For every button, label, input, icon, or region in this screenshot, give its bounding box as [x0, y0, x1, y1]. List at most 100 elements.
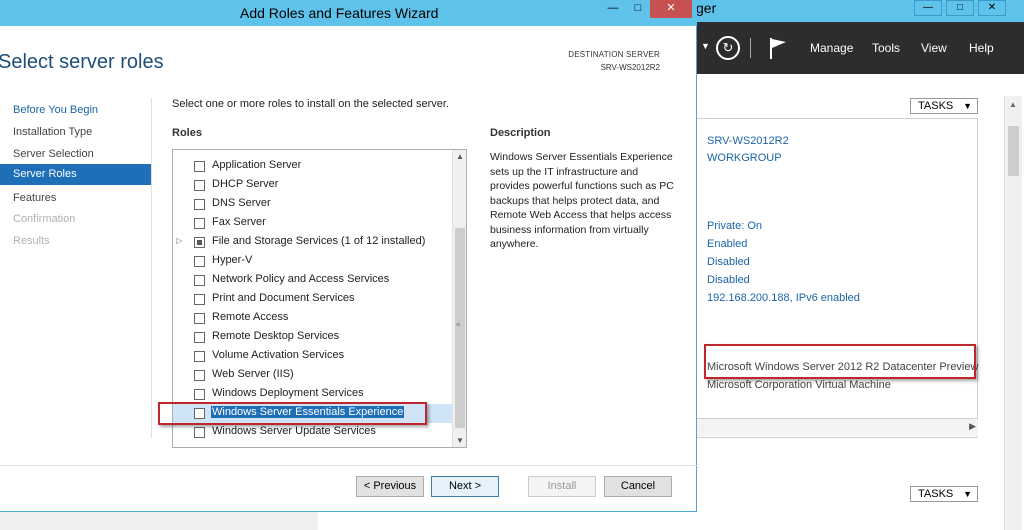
role-checkbox[interactable]: [194, 294, 205, 305]
role-item[interactable]: Volume Activation Services: [173, 347, 453, 366]
role-label[interactable]: Volume Activation Services: [212, 349, 344, 361]
chevron-down-icon: ▼: [963, 101, 972, 111]
computer-name-value[interactable]: SRV-WS2012R2: [707, 135, 789, 147]
menu-help[interactable]: Help: [969, 41, 994, 55]
remote-desktop-value[interactable]: Disabled: [707, 256, 750, 268]
role-label[interactable]: Print and Document Services: [212, 292, 354, 304]
nav-installation-type[interactable]: Installation Type: [13, 126, 92, 138]
role-checkbox[interactable]: [194, 180, 205, 191]
role-checkbox[interactable]: [194, 256, 205, 267]
role-label[interactable]: Application Server: [212, 159, 301, 171]
role-item[interactable]: DNS Server: [173, 195, 453, 214]
description-text: Windows Server Essentials Experience set…: [490, 151, 674, 250]
minimize-button[interactable]: —: [600, 0, 626, 18]
nav-confirmation: Confirmation: [13, 213, 76, 225]
next-button[interactable]: Next >: [431, 476, 499, 497]
nav-features[interactable]: Features: [13, 192, 56, 204]
role-item[interactable]: Application Server: [173, 157, 453, 176]
role-checkbox[interactable]: [194, 218, 205, 229]
nav-server-roles[interactable]: Server Roles: [0, 164, 152, 185]
role-item[interactable]: Fax Server: [173, 214, 453, 233]
nic-teaming-value[interactable]: Disabled: [707, 274, 750, 286]
role-label[interactable]: Network Policy and Access Services: [212, 273, 389, 285]
role-label[interactable]: Windows Deployment Services: [212, 387, 364, 399]
role-item[interactable]: Network Policy and Access Services: [173, 271, 453, 290]
chevron-down-icon[interactable]: ▼: [456, 436, 464, 445]
tasks-dropdown-bottom[interactable]: TASKS ▼: [910, 486, 978, 502]
role-label[interactable]: DHCP Server: [212, 178, 278, 190]
role-label[interactable]: File and Storage Services (1 of 12 insta…: [212, 235, 425, 247]
wizard-title: Add Roles and Features Wizard: [240, 5, 439, 21]
tasks-label: TASKS: [918, 488, 954, 500]
role-item[interactable]: Remote Desktop Services: [173, 328, 453, 347]
properties-hscrollbar[interactable]: ▶: [692, 418, 978, 436]
nav-server-selection[interactable]: Server Selection: [13, 148, 94, 160]
previous-button[interactable]: < Previous: [356, 476, 424, 497]
destination-server-value: SRV-WS2012R2: [600, 63, 660, 72]
role-label[interactable]: Web Server (IIS): [212, 368, 294, 380]
role-label[interactable]: Windows Server Update Services: [212, 425, 376, 437]
role-item[interactable]: ▷ File and Storage Services (1 of 12 ins…: [173, 233, 453, 252]
menu-manage[interactable]: Manage: [810, 41, 853, 55]
role-label[interactable]: Remote Access: [212, 311, 288, 323]
chevron-up-icon[interactable]: ▲: [456, 152, 464, 161]
role-checkbox[interactable]: [194, 332, 205, 343]
chevron-down-icon: ▼: [963, 489, 972, 499]
nav-divider: [151, 98, 152, 438]
workgroup-value[interactable]: WORKGROUP: [707, 152, 782, 164]
role-highlight-box: [158, 402, 427, 425]
server-manager-vscrollbar[interactable]: ▲: [1004, 96, 1022, 530]
sm-minimize-button[interactable]: —: [914, 0, 942, 16]
role-checkbox[interactable]: [194, 199, 205, 210]
roles-scrollbar[interactable]: ▲ ≡ ▼: [452, 150, 466, 447]
close-button[interactable]: ✕: [650, 0, 692, 18]
role-item[interactable]: DHCP Server: [173, 176, 453, 195]
menu-tools[interactable]: Tools: [872, 41, 900, 55]
toolbar-divider: [750, 38, 751, 58]
role-checkbox[interactable]: [194, 389, 205, 400]
role-item[interactable]: Windows Server Update Services: [173, 423, 453, 442]
wizard-titlebar: Add Roles and Features Wizard — □ ✕: [0, 0, 697, 26]
cancel-button[interactable]: Cancel: [604, 476, 672, 497]
maximize-button[interactable]: □: [626, 0, 650, 18]
role-label[interactable]: Remote Desktop Services: [212, 330, 339, 342]
tasks-dropdown-top[interactable]: TASKS ▼: [910, 98, 978, 114]
role-label[interactable]: Hyper-V: [212, 254, 252, 266]
chevron-up-icon[interactable]: ▲: [1009, 100, 1017, 109]
sm-maximize-button[interactable]: □: [946, 0, 974, 16]
role-item[interactable]: Remote Access: [173, 309, 453, 328]
os-highlight-box: [704, 344, 976, 379]
firewall-value[interactable]: Private: On: [707, 220, 762, 232]
expand-arrow-icon[interactable]: ▷: [176, 236, 182, 245]
flag-icon[interactable]: [768, 36, 788, 60]
install-button: Install: [528, 476, 596, 497]
nav-server-roles-label: Server Roles: [13, 168, 77, 180]
role-checkbox[interactable]: [194, 275, 205, 286]
role-item[interactable]: Hyper-V: [173, 252, 453, 271]
role-checkbox[interactable]: [194, 351, 205, 362]
scroll-grip-icon: ≡: [456, 322, 461, 329]
role-label[interactable]: DNS Server: [212, 197, 271, 209]
remote-management-value[interactable]: Enabled: [707, 238, 747, 250]
roles-heading: Roles: [172, 127, 202, 139]
page-title: Select server roles: [0, 51, 164, 73]
description-heading: Description: [490, 127, 551, 139]
role-checkbox[interactable]: [194, 161, 205, 172]
role-checkbox[interactable]: [194, 237, 205, 248]
role-label[interactable]: Fax Server: [212, 216, 266, 228]
refresh-icon[interactable]: ↻: [716, 36, 740, 60]
role-checkbox[interactable]: [194, 370, 205, 381]
menu-view[interactable]: View: [921, 41, 947, 55]
destination-server-label: DESTINATION SERVER: [568, 50, 660, 59]
role-item[interactable]: Print and Document Services: [173, 290, 453, 309]
dropdown-caret-icon[interactable]: ▼: [701, 41, 710, 51]
ethernet-value[interactable]: 192.168.200.188, IPv6 enabled: [707, 292, 860, 304]
intro-text: Select one or more roles to install on t…: [172, 98, 449, 110]
chevron-right-icon[interactable]: ▶: [969, 421, 976, 432]
nav-before-you-begin[interactable]: Before You Begin: [13, 104, 98, 116]
role-item[interactable]: Web Server (IIS): [173, 366, 453, 385]
role-checkbox[interactable]: [194, 313, 205, 324]
scroll-thumb[interactable]: [1008, 126, 1019, 176]
role-checkbox[interactable]: [194, 427, 205, 438]
sm-close-button[interactable]: ✕: [978, 0, 1006, 16]
